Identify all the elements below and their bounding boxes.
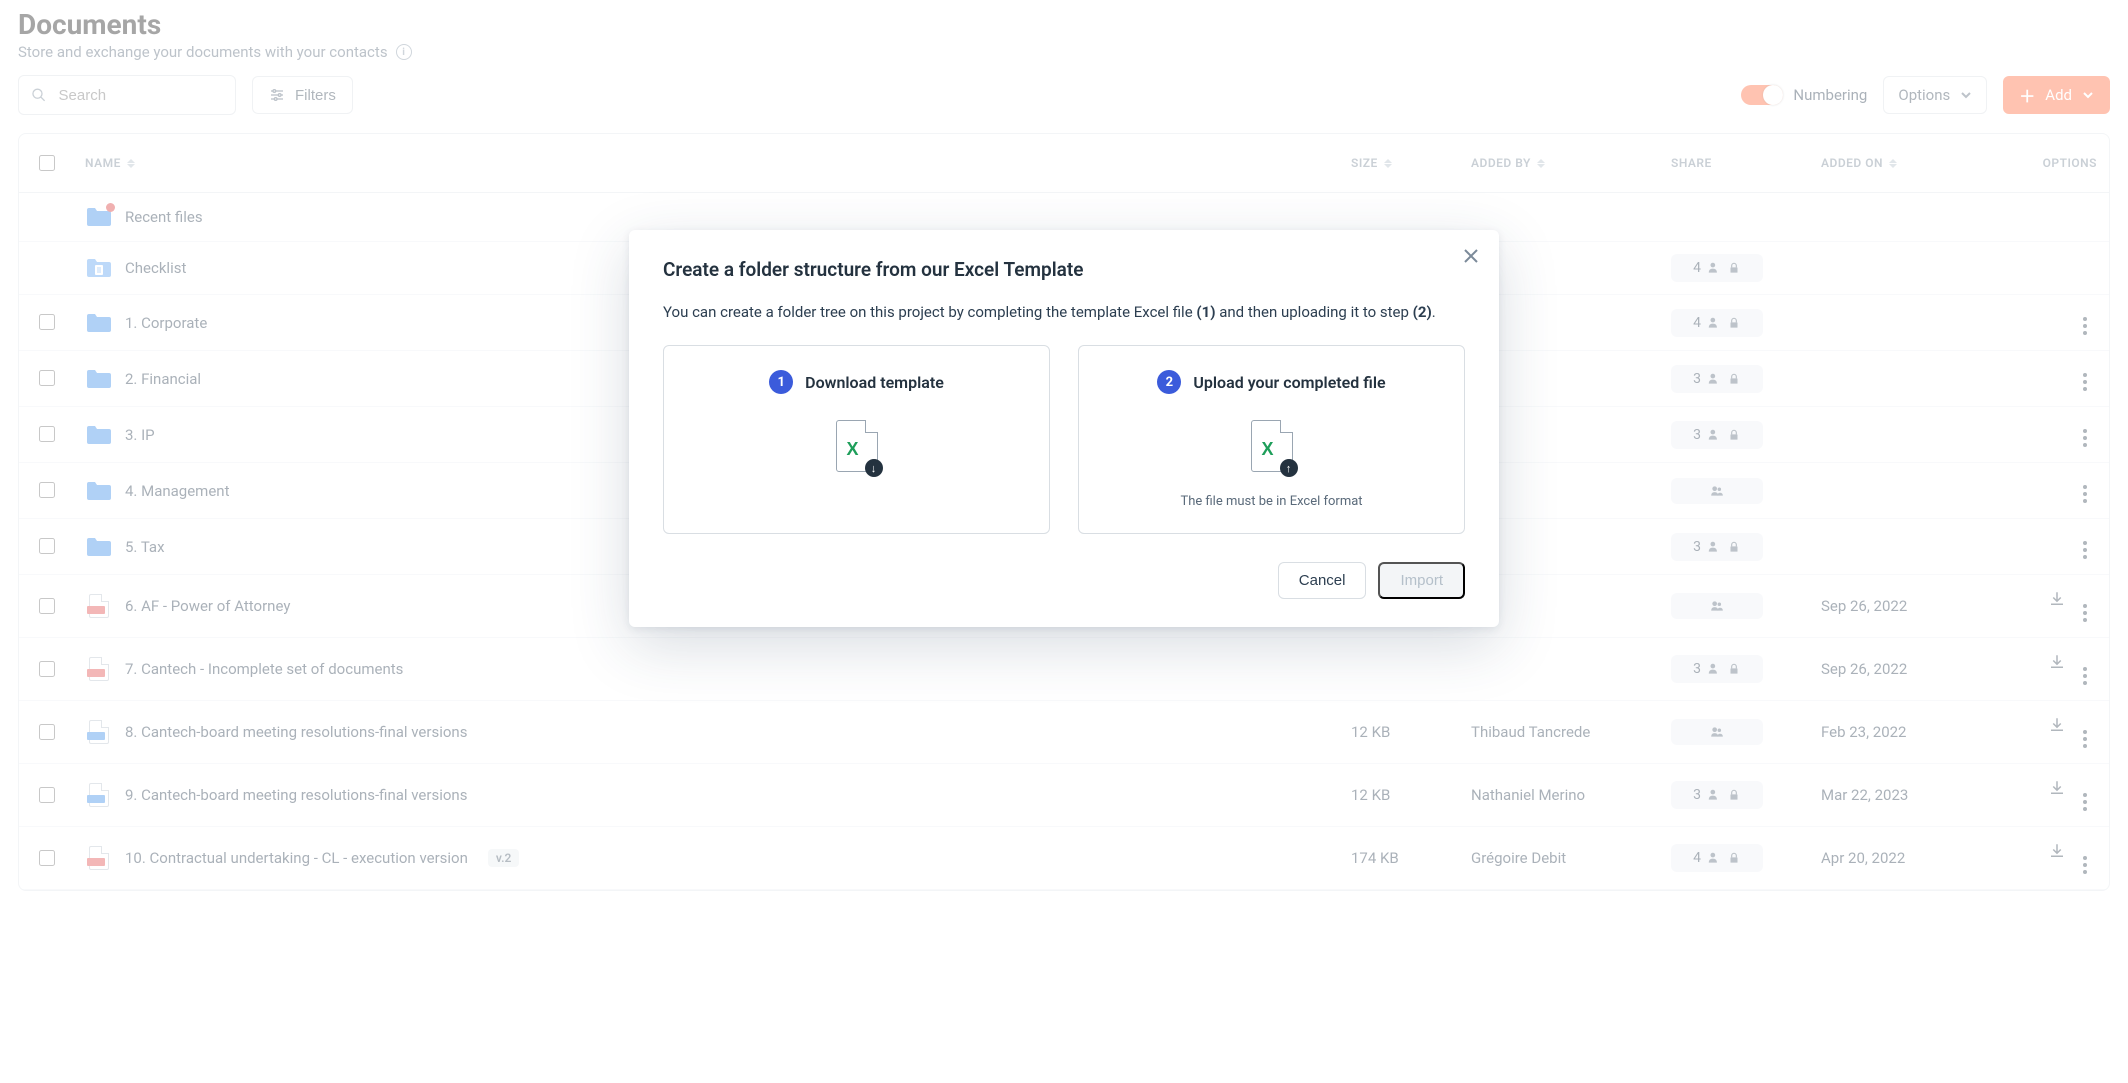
modal-overlay: Create a folder structure from our Excel… xyxy=(0,0,2128,1083)
cancel-button[interactable]: Cancel xyxy=(1278,562,1367,599)
download-template-box[interactable]: 1 Download template X ↓ xyxy=(663,345,1050,534)
excel-file-icon: X ↓ xyxy=(836,420,878,472)
step-1-title: Download template xyxy=(805,373,944,392)
modal-description: You can create a folder tree on this pro… xyxy=(663,303,1465,321)
close-icon xyxy=(1463,248,1479,264)
step-2-badge: 2 xyxy=(1157,370,1181,394)
upload-file-box[interactable]: 2 Upload your completed file X ↑ The fil… xyxy=(1078,345,1465,534)
upload-arrow-icon: ↑ xyxy=(1280,459,1298,477)
import-button[interactable]: Import xyxy=(1378,562,1465,599)
upload-hint: The file must be in Excel format xyxy=(1097,494,1446,509)
step-1-badge: 1 xyxy=(769,370,793,394)
step-2-title: Upload your completed file xyxy=(1193,373,1385,392)
download-arrow-icon: ↓ xyxy=(865,459,883,477)
modal-title: Create a folder structure from our Excel… xyxy=(663,258,1465,281)
folder-template-modal: Create a folder structure from our Excel… xyxy=(629,230,1499,627)
close-button[interactable] xyxy=(1463,248,1479,264)
excel-file-icon: X ↑ xyxy=(1251,420,1293,472)
